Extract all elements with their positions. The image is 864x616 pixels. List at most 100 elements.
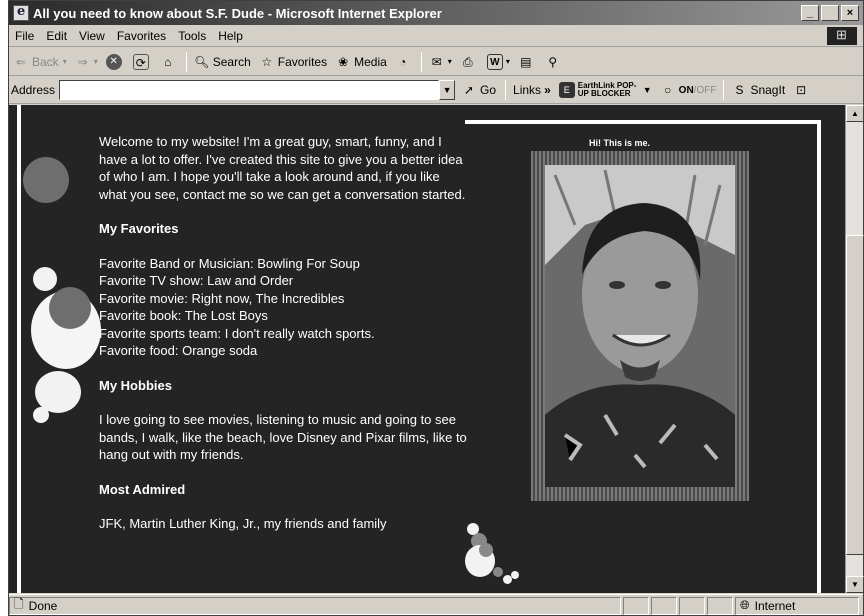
decorative-circle [511, 571, 519, 579]
page-icon: 🗋 [14, 597, 24, 611]
address-bar: Address ▼ ➚ Go Links » E EarthLink POP-U… [9, 77, 863, 104]
page-content: Welcome to my website! I'm a great guy, … [99, 133, 469, 550]
search-icon: 🔍︎ [194, 54, 210, 69]
earthlink-label: EarthLink POP-UP BLOCKER [577, 81, 637, 98]
list-item: Favorite movie: Right now, The Incredibl… [99, 290, 345, 306]
scroll-up-button[interactable]: ▲ [846, 105, 864, 122]
status-cell [651, 596, 677, 615]
snagit-icon: S [735, 83, 744, 97]
profile-photo [545, 165, 735, 487]
portrait-illustration [545, 165, 735, 487]
status-text-cell: 🗋 Done [9, 596, 621, 615]
menu-edit[interactable]: Edit [40, 29, 73, 43]
discuss-button[interactable]: ▤ [514, 54, 541, 70]
minimize-button[interactable]: _ [801, 5, 819, 21]
toggle-icon: ○ [664, 83, 672, 97]
refresh-button[interactable]: ⟳ [129, 53, 156, 70]
photo-frame-top-line [465, 120, 821, 124]
toolbar-separator [420, 51, 422, 72]
admired-paragraph: JFK, Martin Luther King, Jr., my friends… [99, 516, 387, 531]
list-item: Favorite TV show: Law and Order [99, 273, 294, 288]
media-label: Media [354, 54, 387, 69]
list-item: Favorite book: The Lost Boys [99, 308, 268, 323]
search-button[interactable]: 🔍︎ Search [190, 54, 255, 70]
snagit-button[interactable]: S SnagIt [727, 82, 789, 98]
back-label: Back [32, 54, 59, 69]
toolbar-separator [505, 80, 507, 100]
popup-toggle[interactable]: ○ ON /OFF [656, 82, 721, 98]
links-button[interactable]: Links » [509, 83, 555, 97]
media-button[interactable]: ❀ Media [331, 54, 391, 70]
photo-frame [531, 151, 749, 501]
hobbies-paragraph: I love going to see movies, listening to… [99, 412, 467, 462]
history-button[interactable]: ◔ [391, 54, 418, 70]
toggle-off-label: /OFF [693, 84, 717, 96]
toggle-on-label: ON [678, 84, 694, 96]
browser-window: All you need to know about S.F. Dude - M… [8, 0, 864, 616]
standard-toolbar: ⇐ Back ▾ ⇒ ▾ ✕ ⟳ ⌂ 🔍︎ Search ☆ Favorites … [9, 48, 863, 76]
scroll-down-button[interactable]: ▼ [846, 576, 864, 593]
refresh-icon: ⟳ [132, 53, 149, 70]
admired-heading: Most Admired [99, 481, 186, 497]
maximize-button[interactable] [821, 5, 839, 21]
favorites-icon: ☆ [261, 54, 273, 69]
status-text: Done [28, 598, 58, 613]
decorative-circle [479, 543, 493, 557]
snagit-options-button[interactable]: ⊡ [789, 82, 816, 98]
decorative-circle [23, 157, 69, 203]
favorites-button[interactable]: ☆ Favorites [255, 54, 331, 70]
home-button[interactable]: ⌂ [156, 54, 183, 70]
print-button[interactable]: ⎙ [456, 54, 483, 70]
back-button[interactable]: ⇐ Back ▾ [9, 54, 71, 70]
stop-button[interactable]: ✕ [102, 53, 129, 70]
go-arrow-icon: ➚ [464, 83, 475, 97]
photo-frame-right-line [817, 120, 821, 593]
window-title: All you need to know about S.F. Dude - M… [33, 5, 442, 21]
intro-paragraph: Welcome to my website! I'm a great guy, … [99, 134, 466, 202]
earthlink-logo-icon: E [558, 82, 575, 98]
list-item: Favorite sports team: I don't really wat… [99, 325, 375, 341]
status-bar: 🗋 Done 🌐︎ Internet [9, 594, 863, 616]
address-label: Address [11, 83, 56, 97]
menu-file[interactable]: File [9, 29, 40, 43]
messenger-button[interactable]: ⚲ [541, 54, 568, 70]
back-arrow-icon: ⇐ [15, 54, 27, 69]
scrollbar-thumb[interactable] [846, 235, 864, 555]
forward-arrow-icon: ⇒ [77, 54, 88, 69]
go-button[interactable]: ➚ Go [455, 82, 502, 98]
list-item: Favorite food: Orange soda [99, 343, 258, 358]
menu-view[interactable]: View [73, 29, 111, 43]
hobbies-heading: My Hobbies [99, 377, 172, 393]
status-cell [707, 596, 733, 615]
decorative-circle [49, 287, 91, 329]
earthlink-popup-blocker[interactable]: E EarthLink POP-UP BLOCKER ▼ [555, 82, 656, 98]
home-icon: ⌂ [164, 54, 172, 69]
edit-button[interactable]: W ▾ [483, 53, 514, 70]
mail-icon: ✉ [431, 54, 442, 69]
mail-button[interactable]: ✉ ▾ [425, 54, 456, 70]
left-border-line [17, 105, 21, 593]
address-input[interactable] [59, 80, 440, 100]
decorative-circle [33, 407, 49, 423]
links-label: Links [513, 83, 542, 97]
menu-help[interactable]: Help [212, 29, 249, 43]
photo-caption: Hi! This is me. [589, 138, 651, 148]
vertical-scrollbar[interactable]: ▲ ▼ [845, 105, 864, 593]
title-bar: All you need to know about S.F. Dude - M… [9, 1, 863, 25]
search-label: Search [212, 54, 251, 69]
decorative-circle [33, 267, 57, 291]
toolbar-separator [185, 51, 187, 72]
page-viewport: Welcome to my website! I'm a great guy, … [9, 105, 845, 593]
status-cell [679, 596, 705, 615]
favorites-heading: My Favorites [99, 221, 179, 236]
stop-icon: ✕ [105, 53, 122, 70]
menu-tools[interactable]: Tools [172, 29, 212, 43]
close-button[interactable]: × [841, 5, 859, 21]
go-label: Go [480, 83, 497, 97]
menu-favorites[interactable]: Favorites [111, 29, 172, 43]
address-dropdown-button[interactable]: ▼ [439, 80, 456, 100]
snagit-label: SnagIt [750, 83, 786, 97]
forward-button[interactable]: ⇒ ▾ [71, 54, 102, 70]
document-icon: ▤ [520, 54, 532, 69]
printer-icon: ⎙ [463, 54, 473, 69]
